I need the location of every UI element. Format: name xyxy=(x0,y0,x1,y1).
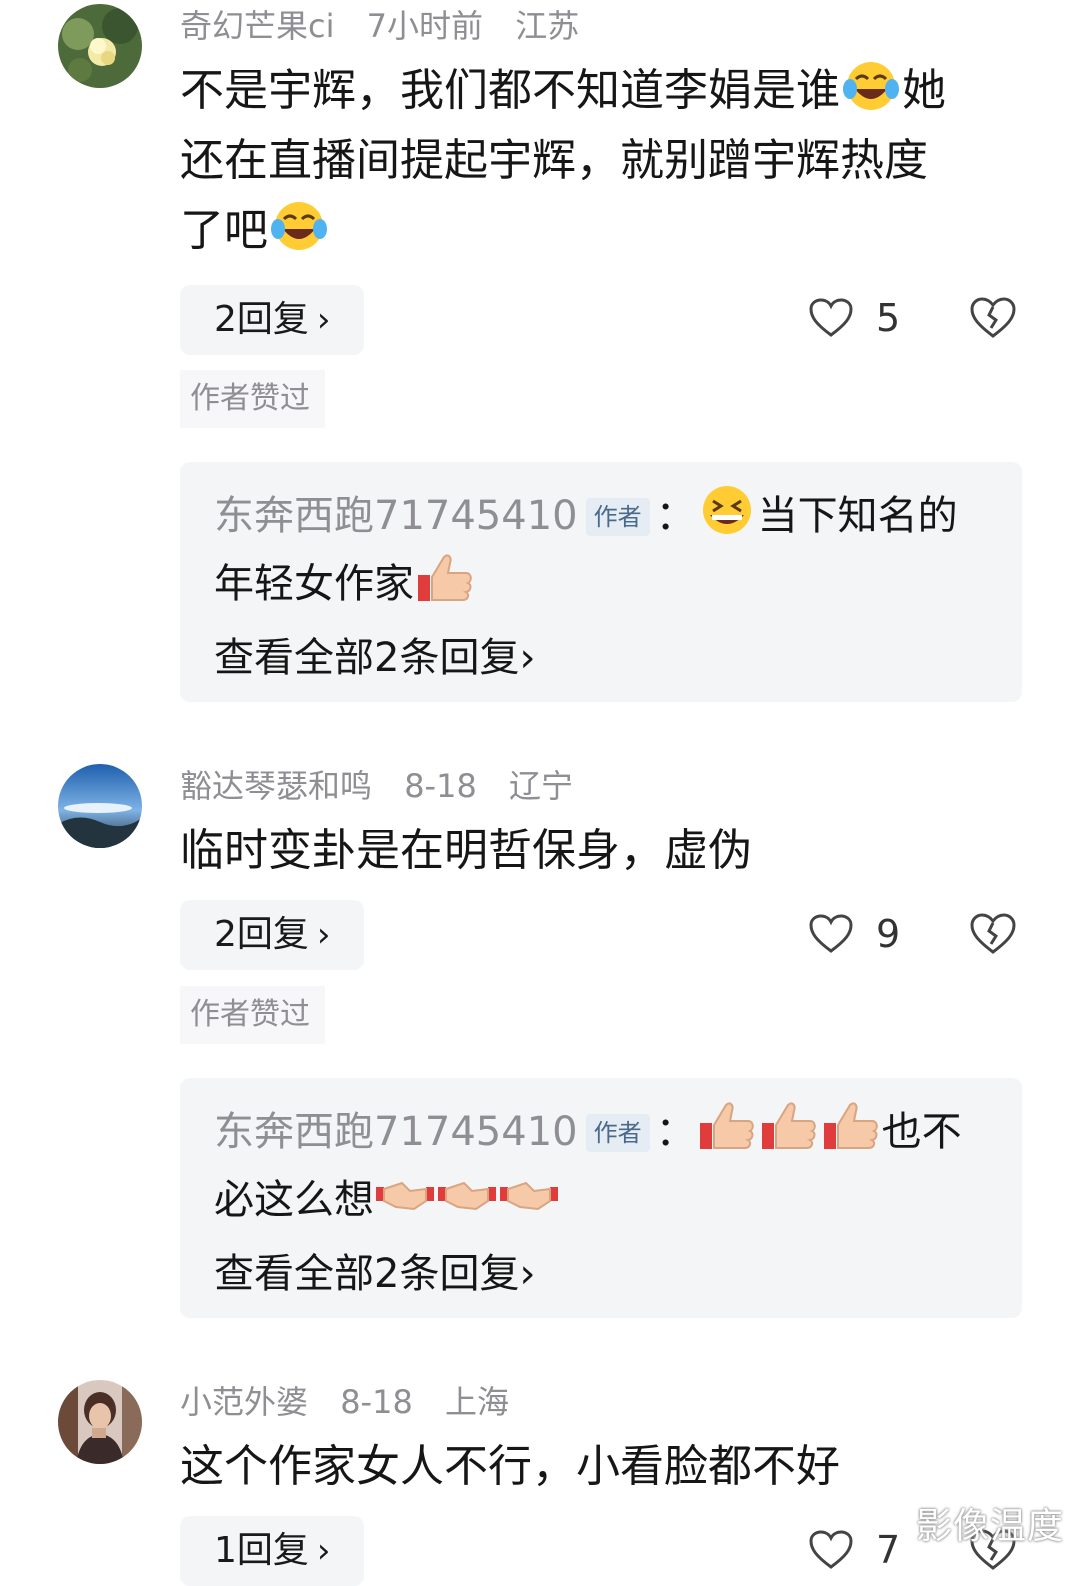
comment-text: 不是宇辉，我们都不知道李娟是谁她 还在直播间提起宇辉，就别蹭宇辉热度 了吧 xyxy=(180,56,1040,266)
like-button[interactable]: 7 xyxy=(808,1528,900,1572)
username[interactable]: 奇幻芒果ci xyxy=(180,7,335,45)
dislike-button[interactable] xyxy=(968,912,1018,960)
chevron-right-icon: › xyxy=(316,1531,331,1571)
chevron-right-icon: › xyxy=(316,300,331,340)
author-reply-line1: 东奔西跑71745410 作者：当下知名的 xyxy=(214,482,1022,550)
author-badge: 作者 xyxy=(585,1114,650,1152)
handshake-emoji xyxy=(498,1167,560,1221)
like-count: 5 xyxy=(876,296,901,340)
author-reply-box[interactable]: 东奔西跑71745410 作者：当下知名的 年轻女作家 查看全部2条回复› xyxy=(180,462,1022,702)
watermark: 影像温度 xyxy=(915,1506,1064,1547)
like-count: 9 xyxy=(876,912,901,956)
author-liked-badge: 作者赞过 xyxy=(180,986,325,1044)
reply-count-button[interactable]: 2回复 › xyxy=(180,900,364,970)
avatar[interactable] xyxy=(58,4,142,88)
comment-meta: 奇幻芒果ci 7小时前 江苏 xyxy=(180,4,601,48)
reply-count-button[interactable]: 1回复 › xyxy=(180,1516,364,1586)
comment-meta: 豁达琴瑟和鸣 8-18 辽宁 xyxy=(180,764,595,808)
author-badge: 作者 xyxy=(585,498,650,536)
like-button[interactable]: 9 xyxy=(808,912,900,956)
username[interactable]: 小范外婆 xyxy=(180,1383,308,1421)
author-liked-badge: 作者赞过 xyxy=(180,370,325,428)
thumbs-up-emoji xyxy=(696,1099,758,1153)
like-button[interactable]: 5 xyxy=(808,296,900,340)
thumbs-up-emoji xyxy=(414,551,476,605)
chevron-right-icon: › xyxy=(316,915,331,955)
grinning-emoji xyxy=(696,483,758,537)
avatar[interactable] xyxy=(58,764,142,848)
reply-username[interactable]: 东奔西跑71745410 xyxy=(214,1109,578,1155)
timestamp: 7小时前 xyxy=(366,7,484,45)
author-reply-line2: 必这么想 xyxy=(214,1166,1022,1234)
timestamp: 8-18 xyxy=(340,1383,413,1421)
heart-outline-icon xyxy=(809,298,853,337)
thumbs-up-emoji xyxy=(820,1099,882,1153)
username[interactable]: 豁达琴瑟和鸣 xyxy=(180,767,372,805)
handshake-emoji xyxy=(374,1167,436,1221)
location: 上海 xyxy=(444,1383,509,1421)
reply-username[interactable]: 东奔西跑71745410 xyxy=(214,493,578,539)
heart-outline-icon xyxy=(809,914,853,953)
location: 辽宁 xyxy=(508,767,573,805)
comment-text: 临时变卦是在明哲保身，虚伪 xyxy=(180,825,752,876)
chevron-right-icon: › xyxy=(519,635,536,681)
laughing-crying-emoji xyxy=(840,59,902,113)
dislike-button[interactable] xyxy=(968,296,1018,344)
reply-count-button[interactable]: 2回复 › xyxy=(180,285,364,355)
view-all-replies-link[interactable]: 查看全部2条回复› xyxy=(214,622,1022,694)
comment-meta: 小范外婆 8-18 上海 xyxy=(180,1380,531,1424)
avatar[interactable] xyxy=(58,1380,142,1464)
chevron-right-icon: › xyxy=(519,1251,536,1297)
view-all-replies-link[interactable]: 查看全部2条回复› xyxy=(214,1238,1022,1310)
author-reply-line1: 东奔西跑71745410 作者：也不 xyxy=(214,1098,1022,1166)
timestamp: 8-18 xyxy=(404,767,477,805)
handshake-emoji xyxy=(436,1167,498,1221)
laughing-crying-emoji xyxy=(268,199,330,253)
heart-outline-icon xyxy=(809,1530,853,1569)
author-reply-line2: 年轻女作家 xyxy=(214,550,1022,618)
thumbs-up-emoji xyxy=(758,1099,820,1153)
location: 江苏 xyxy=(515,7,580,45)
broken-heart-icon xyxy=(970,297,1016,338)
comment-text: 这个作家女人不行，小看脸都不好 xyxy=(180,1441,840,1492)
author-reply-box[interactable]: 东奔西跑71745410 作者：也不 必这么想 查看全部2条回复› xyxy=(180,1078,1022,1318)
like-count: 7 xyxy=(876,1528,901,1572)
broken-heart-icon xyxy=(970,913,1016,954)
